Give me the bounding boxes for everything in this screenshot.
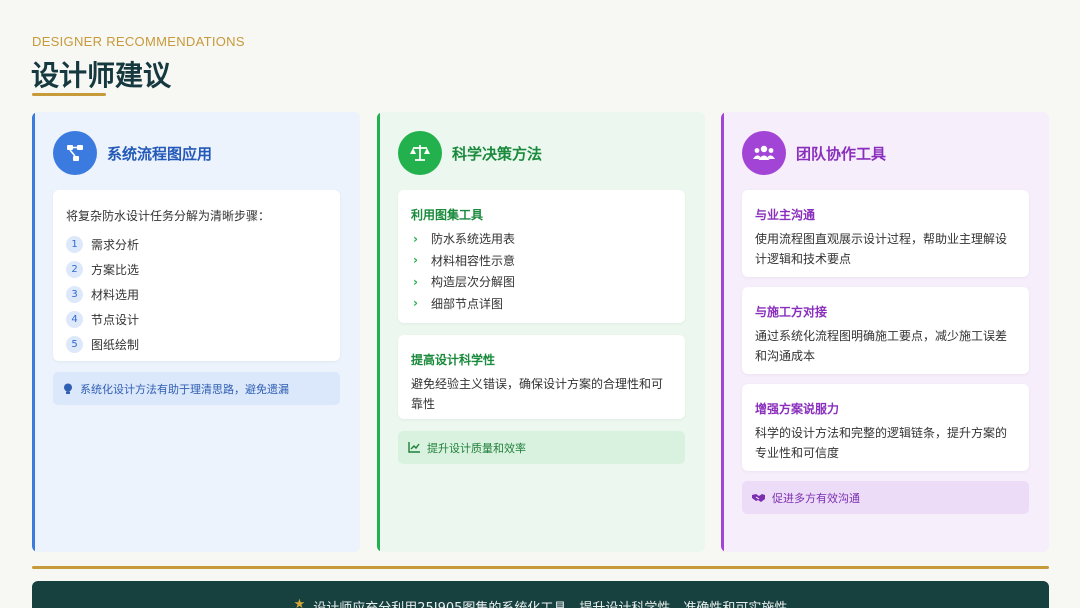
chevron-right-icon: › bbox=[413, 274, 418, 289]
tip-text: 提升设计质量和效率 bbox=[427, 441, 526, 455]
steps-intro: 将复杂防水设计任务分解为清晰步骤： bbox=[66, 209, 271, 223]
balance-scale-icon bbox=[398, 131, 442, 175]
list-item-label: 防水系统选用表 bbox=[431, 232, 516, 247]
card-text: 使用流程图直观展示设计过程，帮助业主理解设计逻辑和技术要点 bbox=[755, 232, 1008, 266]
step-item: 1 需求分析 bbox=[66, 232, 139, 257]
step-number: 4 bbox=[66, 311, 83, 328]
list-item: › 细部节点详图 bbox=[413, 293, 515, 315]
card-text: 通过系统化流程图明确施工要点，减少施工误差和沟通成本 bbox=[755, 329, 1008, 363]
footer-banner: ★ 设计师应充分利用25J905图集的系统化工具，提升设计科学性、准确性和可实施… bbox=[32, 581, 1049, 608]
list-item-label: 材料相容性示意 bbox=[431, 253, 516, 268]
step-number: 5 bbox=[66, 336, 83, 353]
accent-bar bbox=[377, 112, 380, 552]
column-decision: 科学决策方法 利用图集工具 › 防水系统选用表 › 材料相容性示意 › 构造层次分解图… bbox=[377, 112, 705, 552]
step-label: 图纸绘制 bbox=[91, 338, 140, 352]
step-item: 3 材料选用 bbox=[66, 282, 139, 307]
steps-list: 1 需求分析 2 方案比选 3 材料选用 4 节点设计 5 图纸绘制 bbox=[66, 232, 139, 357]
bottom-divider bbox=[32, 566, 1049, 569]
tools-list: › 防水系统选用表 › 材料相容性示意 › 构造层次分解图 › 细部节点详图 bbox=[413, 228, 515, 314]
column-header: 团队协作工具 bbox=[742, 131, 886, 175]
chevron-right-icon: › bbox=[413, 296, 418, 311]
column-title: 团队协作工具 bbox=[796, 144, 887, 163]
card-title: 提高设计科学性 bbox=[411, 353, 496, 367]
science-card: 提高设计科学性 避免经验主义错误，确保设计方案的合理性和可靠性 bbox=[398, 335, 685, 419]
list-item-label: 构造层次分解图 bbox=[431, 275, 516, 290]
accent-bar bbox=[32, 112, 35, 552]
list-item: › 材料相容性示意 bbox=[413, 250, 515, 272]
column-collaboration: 团队协作工具 与业主沟通 使用流程图直观展示设计过程，帮助业主理解设计逻辑和技术… bbox=[721, 112, 1049, 552]
list-item-label: 细部节点详图 bbox=[431, 296, 504, 311]
column-flowchart: 系统流程图应用 将复杂防水设计任务分解为清晰步骤： 1 需求分析 2 方案比选 3材… bbox=[32, 112, 360, 552]
chevron-right-icon: › bbox=[413, 231, 418, 246]
page-title: 设计师建议 bbox=[31, 59, 172, 92]
owner-card: 与业主沟通 使用流程图直观展示设计过程，帮助业主理解设计逻辑和技术要点 bbox=[742, 190, 1029, 277]
column-title: 系统流程图应用 bbox=[107, 144, 213, 163]
list-item: › 构造层次分解图 bbox=[413, 271, 515, 293]
footer-text: 设计师应充分利用25J905图集的系统化工具，提升设计科学性、准确性和可实施性 bbox=[313, 597, 787, 608]
step-label: 需求分析 bbox=[91, 238, 140, 252]
card-title: 增强方案说服力 bbox=[755, 402, 840, 416]
column-title: 科学决策方法 bbox=[452, 144, 543, 163]
card-text: 科学的设计方法和完整的逻辑链条，提升方案的专业性和可信度 bbox=[755, 426, 1008, 460]
tip-banner: 提升设计质量和效率 bbox=[398, 431, 685, 464]
lightbulb-icon bbox=[63, 383, 73, 395]
users-icon bbox=[742, 131, 786, 175]
step-number: 3 bbox=[66, 286, 83, 303]
step-number: 2 bbox=[66, 261, 83, 278]
card-title: 与业主沟通 bbox=[755, 208, 816, 222]
step-item: 4 节点设计 bbox=[66, 307, 139, 332]
step-item: 2 方案比选 bbox=[66, 257, 139, 282]
chevron-right-icon: › bbox=[413, 253, 418, 268]
step-label: 方案比选 bbox=[91, 263, 140, 277]
line-chart-icon bbox=[408, 442, 420, 453]
step-item: 5 图纸绘制 bbox=[66, 332, 139, 357]
column-header: 系统流程图应用 bbox=[53, 131, 212, 175]
column-header: 科学决策方法 bbox=[398, 131, 542, 175]
card-title: 与施工方对接 bbox=[755, 305, 828, 319]
step-label: 节点设计 bbox=[91, 313, 140, 327]
tip-banner: 促进多方有效沟通 bbox=[742, 481, 1029, 514]
handshake-icon bbox=[752, 493, 765, 503]
flow-icon bbox=[53, 131, 97, 175]
step-label: 材料选用 bbox=[91, 288, 140, 302]
star-icon: ★ bbox=[293, 597, 306, 608]
card-title: 利用图集工具 bbox=[411, 208, 484, 222]
contractor-card: 与施工方对接 通过系统化流程图明确施工要点，减少施工误差和沟通成本 bbox=[742, 287, 1029, 374]
accent-bar bbox=[721, 112, 724, 552]
steps-card: 将复杂防水设计任务分解为清晰步骤： 1 需求分析 2 方案比选 3 材料选用 4 节点设… bbox=[53, 190, 340, 361]
tip-text: 促进多方有效沟通 bbox=[772, 491, 860, 505]
eyebrow-label: DESIGNER RECOMMENDATIONS bbox=[32, 34, 245, 49]
title-underline bbox=[32, 93, 106, 96]
list-item: › 防水系统选用表 bbox=[413, 228, 515, 250]
persuasion-card: 增强方案说服力 科学的设计方法和完整的逻辑链条，提升方案的专业性和可信度 bbox=[742, 384, 1029, 471]
card-text: 避免经验主义错误，确保设计方案的合理性和可靠性 bbox=[411, 377, 664, 411]
tip-banner: 系统化设计方法有助于理清思路，避免遗漏 bbox=[53, 372, 340, 405]
step-number: 1 bbox=[66, 236, 83, 253]
atlas-tools-card: 利用图集工具 › 防水系统选用表 › 材料相容性示意 › 构造层次分解图 › 细部节点详… bbox=[398, 190, 685, 323]
tip-text: 系统化设计方法有助于理清思路，避免遗漏 bbox=[80, 382, 289, 396]
